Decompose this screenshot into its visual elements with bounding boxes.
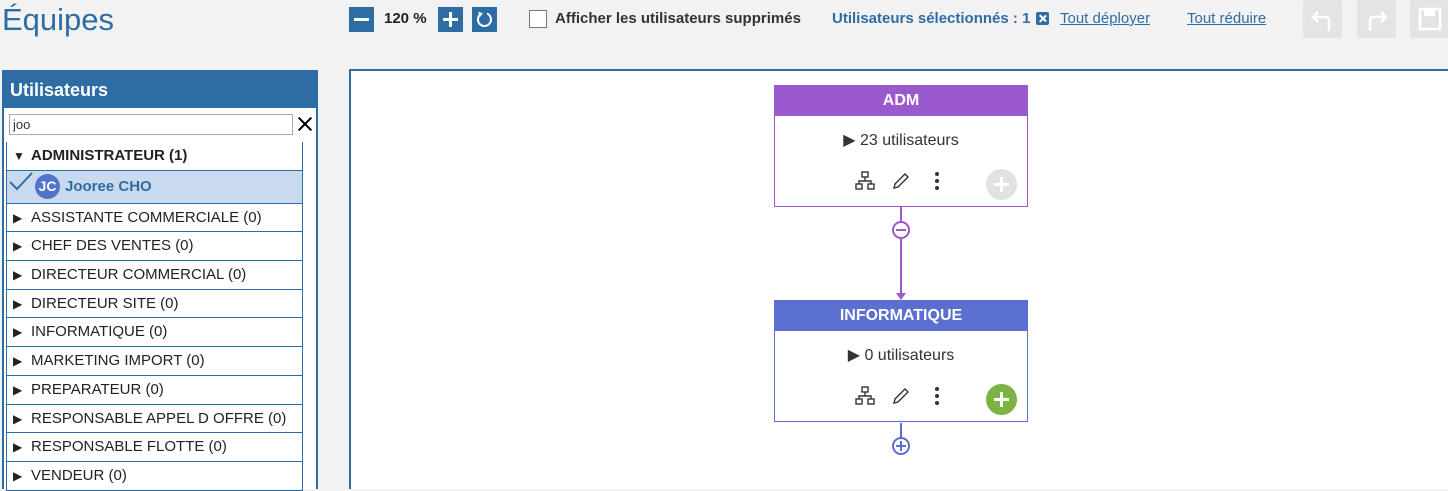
zoom-reset-button[interactable] <box>472 7 497 32</box>
page-title: Équipes <box>2 2 115 37</box>
group-label: MARKETING IMPORT (0) <box>31 352 205 370</box>
expand-all-link[interactable]: Tout déployer <box>1060 10 1150 27</box>
undo-icon <box>1311 11 1331 31</box>
group-label: ASSISTANTE COMMERCIALE (0) <box>31 208 262 226</box>
team-node-informatique: INFORMATIQUE ▶ 0 utilisateurs <box>774 300 1028 422</box>
group-label: INFORMATIQUE (0) <box>31 323 168 341</box>
zoom-in-button[interactable] <box>438 7 463 32</box>
group-row-marketing-import[interactable]: ▶ MARKETING IMPORT (0) <box>7 347 302 376</box>
redo-button[interactable] <box>1357 0 1396 38</box>
show-deleted-checkbox[interactable] <box>529 10 547 28</box>
collapse-node-icon[interactable] <box>892 221 910 239</box>
group-label: VENDEUR (0) <box>31 466 127 484</box>
team-node-title[interactable]: ADM <box>774 85 1028 116</box>
show-deleted-label: Afficher les utilisateurs supprimés <box>555 10 801 27</box>
group-label: DIRECTEUR SITE (0) <box>31 294 179 312</box>
clear-search-icon[interactable] <box>295 113 315 135</box>
hierarchy-icon[interactable] <box>855 171 875 196</box>
group-list: ▼ ADMINISTRATEUR (1) JC Jooree CHO ▶ ASSIST… <box>6 142 303 491</box>
undo-button[interactable] <box>1303 0 1342 38</box>
group-label: ADMINISTRATEUR (1) <box>31 147 188 164</box>
caret-right-icon: ▶ <box>13 239 23 254</box>
add-subteam-button[interactable] <box>986 384 1017 415</box>
caret-right-icon: ▶ <box>13 210 23 225</box>
edit-icon[interactable] <box>891 171 911 196</box>
group-row-responsable-flotte[interactable]: ▶ RESPONSABLE FLOTTE (0) <box>7 433 302 462</box>
search-row <box>4 108 316 140</box>
check-icon <box>9 171 35 203</box>
group-row-chef-des-ventes[interactable]: ▶ CHEF DES VENTES (0) <box>7 232 302 262</box>
save-button[interactable] <box>1410 0 1448 38</box>
team-user-count[interactable]: ▶ 23 utilisateurs <box>775 130 1027 150</box>
redo-icon <box>1368 11 1388 31</box>
org-chart-canvas[interactable]: ADM ▶ 23 utilisateurs INFORMATIQUE ▶ 0 u… <box>349 69 1448 489</box>
caret-right-icon: ▶ <box>13 411 23 426</box>
expand-node-icon[interactable] <box>892 437 910 455</box>
caret-right-icon: ▶ <box>13 440 23 455</box>
group-label: RESPONSABLE APPEL D OFFRE (0) <box>31 409 287 427</box>
selected-users-count: Utilisateurs sélectionnés : 1 <box>832 10 1031 27</box>
users-panel-title: Utilisateurs <box>4 72 316 108</box>
user-row-selected[interactable]: JC Jooree CHO <box>7 170 302 204</box>
group-label: RESPONSABLE FLOTTE (0) <box>31 438 227 456</box>
team-user-count[interactable]: ▶ 0 utilisateurs <box>775 345 1027 365</box>
team-node-body: ▶ 23 utilisateurs <box>774 116 1028 207</box>
more-options-icon[interactable] <box>927 386 947 411</box>
group-row-administrateur[interactable]: ▼ ADMINISTRATEUR (1) <box>7 142 302 171</box>
group-row-informatique[interactable]: ▶ INFORMATIQUE (0) <box>7 318 302 348</box>
group-row-vendeur[interactable]: ▶ VENDEUR (0) <box>7 462 302 491</box>
refresh-icon <box>476 12 492 27</box>
caret-down-icon: ▼ <box>13 149 25 163</box>
add-subteam-button[interactable] <box>986 169 1017 200</box>
group-label: DIRECTEUR COMMERCIAL (0) <box>31 266 247 284</box>
caret-right-icon: ▶ <box>13 354 23 369</box>
zoom-out-button[interactable] <box>349 7 374 32</box>
save-icon <box>1418 7 1442 31</box>
clear-selection-icon[interactable] <box>1036 12 1049 25</box>
group-row-preparateur[interactable]: ▶ PREPARATEUR (0) <box>7 376 302 405</box>
collapse-all-link[interactable]: Tout réduire <box>1187 10 1266 27</box>
team-node-body: ▶ 0 utilisateurs <box>774 331 1028 422</box>
caret-right-icon: ▶ <box>13 468 23 483</box>
group-row-directeur-commercial[interactable]: ▶ DIRECTEUR COMMERCIAL (0) <box>7 261 302 290</box>
group-label: CHEF DES VENTES (0) <box>31 237 194 255</box>
hierarchy-icon[interactable] <box>855 386 875 411</box>
user-name: Jooree CHO <box>65 177 152 195</box>
group-row-directeur-site[interactable]: ▶ DIRECTEUR SITE (0) <box>7 290 302 319</box>
caret-right-icon: ▶ <box>13 382 23 397</box>
team-node-title[interactable]: INFORMATIQUE <box>774 300 1028 331</box>
edit-icon[interactable] <box>891 386 911 411</box>
caret-right-icon: ▶ <box>13 325 23 340</box>
zoom-level: 120 % <box>384 10 427 27</box>
more-options-icon[interactable] <box>927 171 947 196</box>
caret-right-icon: ▶ <box>13 268 23 283</box>
group-row-responsable-appel-d-offre[interactable]: ▶ RESPONSABLE APPEL D OFFRE (0) <box>7 405 302 434</box>
team-node-adm: ADM ▶ 23 utilisateurs <box>774 85 1028 207</box>
avatar: JC <box>35 174 60 200</box>
caret-right-icon: ▶ <box>13 296 23 311</box>
group-row-assistante-commerciale[interactable]: ▶ ASSISTANTE COMMERCIALE (0) <box>7 204 302 233</box>
group-label: PREPARATEUR (0) <box>31 380 164 398</box>
user-search-input[interactable] <box>9 114 293 135</box>
